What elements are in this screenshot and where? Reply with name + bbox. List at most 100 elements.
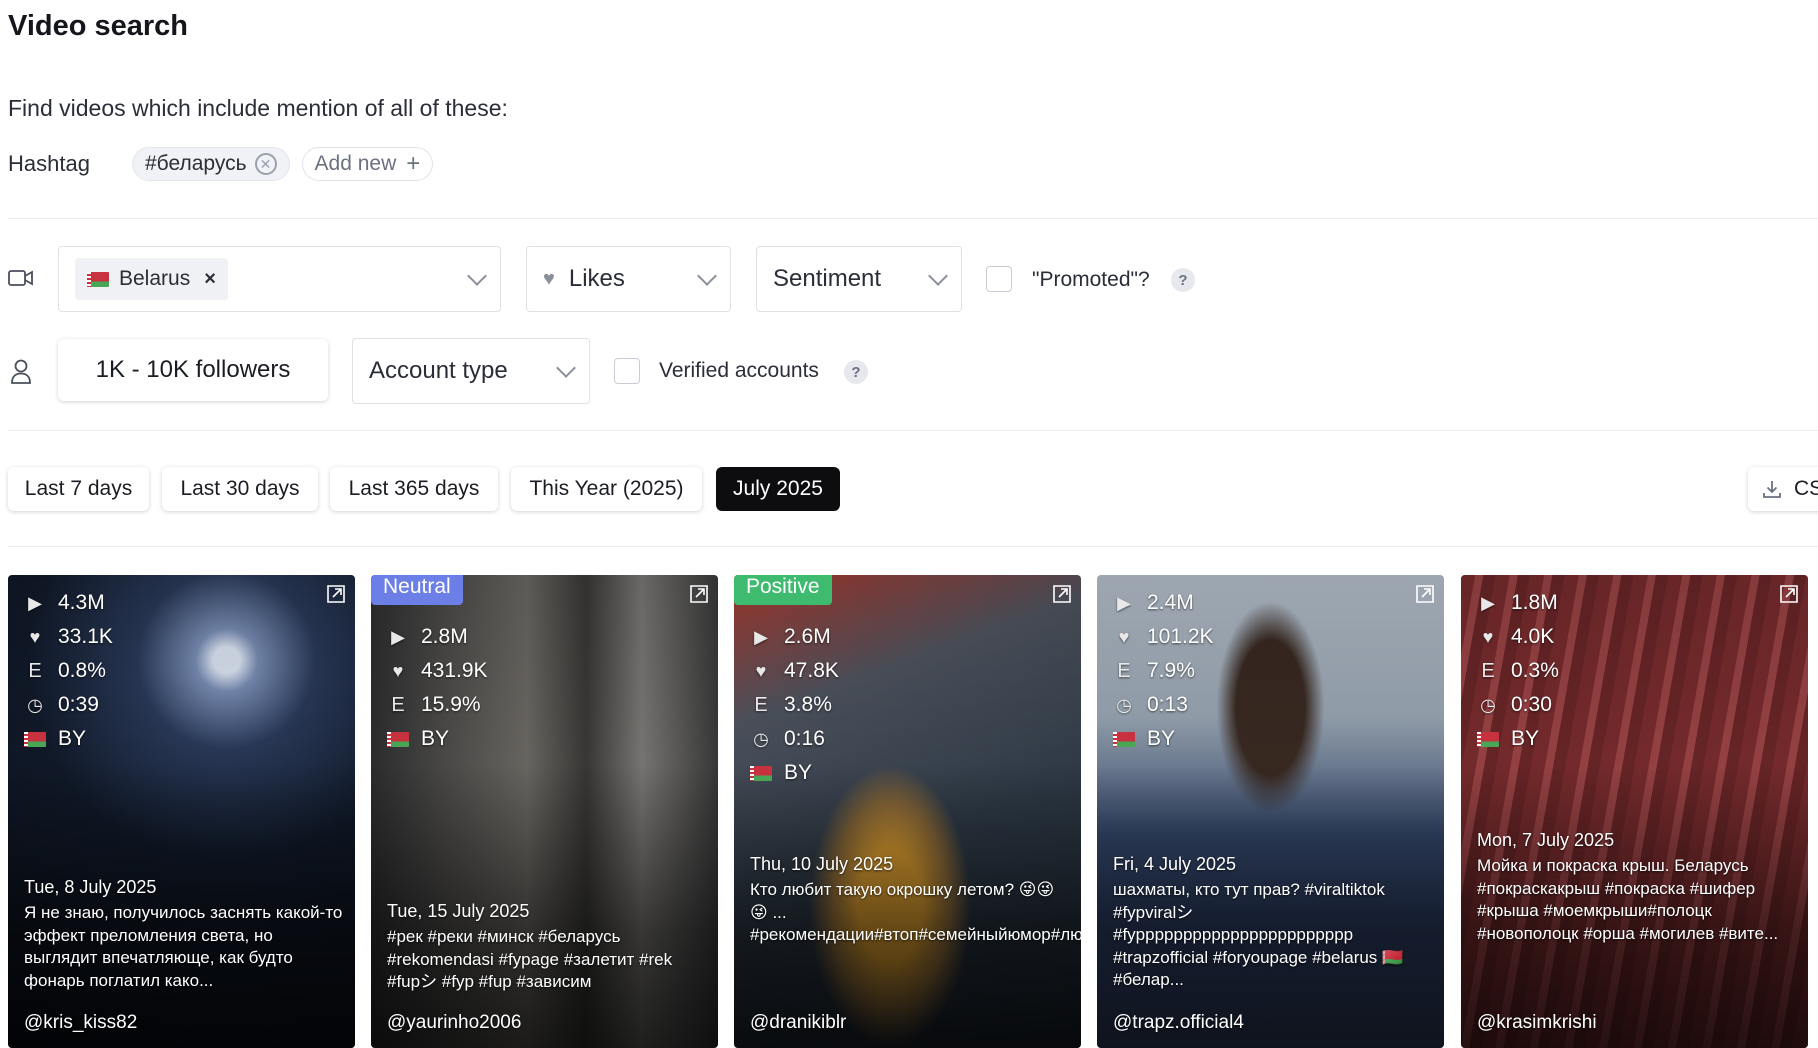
add-hashtag-button[interactable]: Add new + (301, 147, 434, 181)
verified-help-icon[interactable]: ? (844, 360, 868, 384)
video-author[interactable]: @dranikiblr (750, 1012, 846, 1034)
account-type-select[interactable]: Account type (352, 338, 590, 404)
remove-hashtag-icon[interactable]: ✕ (254, 153, 277, 175)
video-info: Mon, 7 July 2025 Мойка и покраска крыш. … (1477, 830, 1796, 945)
clock-icon: ◷ (753, 728, 769, 749)
open-external-icon[interactable] (1778, 583, 1800, 605)
divider (8, 430, 1818, 431)
country-select[interactable]: Belarus × (58, 246, 501, 312)
engagement-icon: E (391, 693, 405, 716)
video-description: Я не знаю, получилось заснять какой-то э… (24, 903, 343, 990)
hashtag-chip[interactable]: #беларусь ✕ (132, 147, 290, 181)
video-duration: 0:13 (1147, 693, 1188, 716)
video-author[interactable]: @yaurinho2006 (387, 1012, 521, 1034)
engagement-rate: 0.8% (58, 659, 106, 682)
video-author[interactable]: @trapz.official4 (1113, 1012, 1244, 1034)
promoted-help-icon[interactable]: ? (1171, 268, 1195, 292)
account-type-select-label: Account type (369, 357, 508, 384)
range-last-30-days[interactable]: Last 30 days (162, 467, 318, 511)
range-last-365-days[interactable]: Last 365 days (330, 467, 498, 511)
video-country: BY (421, 727, 450, 750)
play-icon: ▶ (391, 626, 405, 647)
engagement-rate: 3.8% (784, 693, 832, 716)
divider (8, 546, 1818, 547)
likes-select-label: Likes (568, 265, 625, 292)
views-count: 4.3M (58, 591, 105, 614)
heart-icon: ♥ (1118, 626, 1130, 647)
clock-icon: ◷ (27, 694, 43, 715)
video-date: Tue, 8 July 2025 (24, 877, 157, 897)
views-count: 2.8M (421, 625, 468, 648)
video-description: Мойка и покраска крыш. Беларусь #покраск… (1477, 856, 1779, 943)
views-count: 1.8M (1511, 591, 1558, 614)
promoted-checkbox[interactable] (986, 266, 1012, 292)
play-icon: ▶ (1117, 592, 1131, 613)
video-country: BY (1147, 727, 1176, 750)
heart-icon: ♥ (29, 626, 41, 647)
video-author[interactable]: @kris_kiss82 (24, 1012, 137, 1034)
likes-count: 47.8K (784, 659, 839, 682)
engagement-icon: E (28, 659, 42, 682)
video-card[interactable]: ▶ 2.4M ♥ 101.2K E 7.9% ◷ 0:13 BY Fri, 4 July… (1097, 575, 1444, 1048)
range-last-7-days[interactable]: Last 7 days (8, 467, 149, 511)
remove-country-icon[interactable]: × (204, 268, 216, 291)
video-card[interactable]: Neutral ▶ 2.8M ♥ 431.9K E 15.9% BY Tue, 15 … (371, 575, 718, 1048)
clock-icon: ◷ (1480, 694, 1496, 715)
followers-range-button[interactable]: 1K - 10K followers (58, 339, 328, 401)
chevron-down-icon (467, 266, 487, 286)
engagement-rate: 15.9% (421, 693, 481, 716)
video-country: BY (58, 727, 87, 750)
likes-count: 33.1K (58, 625, 113, 648)
heart-icon: ♥ (1482, 626, 1494, 647)
heart-icon: ♥ (543, 267, 555, 290)
sentiment-badge: Neutral (371, 575, 463, 605)
video-date: Tue, 15 July 2025 (387, 901, 530, 921)
video-date: Thu, 10 July 2025 (750, 854, 894, 874)
video-duration: 0:16 (784, 727, 825, 750)
belarus-flag-icon (1113, 731, 1135, 747)
video-card[interactable]: Positive ▶ 2.6M ♥ 47.8K E 3.8% ◷ 0:16 BY Thu… (734, 575, 1081, 1048)
search-subtitle: Find videos which include mention of all… (8, 95, 508, 121)
belarus-flag-icon (24, 731, 46, 747)
video-stats: ▶ 2.8M ♥ 431.9K E 15.9% BY (387, 620, 488, 756)
video-country: BY (1511, 727, 1540, 750)
chevron-down-icon (697, 266, 717, 286)
verified-checkbox[interactable] (614, 358, 640, 384)
video-duration: 0:30 (1511, 693, 1552, 716)
video-duration: 0:39 (58, 693, 99, 716)
range-this-year[interactable]: This Year (2025) (511, 467, 702, 511)
heart-icon: ♥ (755, 660, 767, 681)
likes-select[interactable]: ♥ Likes (526, 246, 731, 312)
export-csv-button[interactable]: CSV (1748, 467, 1818, 511)
sentiment-select-label: Sentiment (773, 265, 882, 292)
open-external-icon[interactable] (688, 583, 710, 605)
range-july-2025[interactable]: July 2025 (716, 467, 840, 511)
video-stats: ▶ 2.4M ♥ 101.2K E 7.9% ◷ 0:13 BY (1113, 586, 1214, 756)
verified-label: Verified accounts (659, 359, 819, 382)
engagement-rate: 7.9% (1147, 659, 1195, 682)
belarus-flag-icon (1477, 731, 1499, 747)
hashtag-label: Hashtag (8, 151, 90, 176)
play-icon: ▶ (1481, 592, 1495, 613)
video-date: Fri, 4 July 2025 (1113, 854, 1237, 874)
download-icon (1763, 481, 1781, 498)
likes-count: 431.9K (421, 659, 488, 682)
video-card[interactable]: ▶ 4.3M ♥ 33.1K E 0.8% ◷ 0:39 BY Tue, 8 July … (8, 575, 355, 1048)
country-chip: Belarus × (75, 258, 228, 300)
open-external-icon[interactable] (325, 583, 347, 605)
open-external-icon[interactable] (1414, 583, 1436, 605)
clock-icon: ◷ (1116, 694, 1132, 715)
video-description: Кто любит такую окрошку летом? 😜😜😜 ... #… (750, 880, 1081, 944)
video-description: #рек #реки #минск #беларусь #rekomendasi… (387, 927, 673, 991)
export-csv-label: CSV (1794, 477, 1818, 500)
video-stats: ▶ 1.8M ♥ 4.0K E 0.3% ◷ 0:30 BY (1477, 586, 1559, 756)
plus-icon: + (406, 150, 421, 177)
open-external-icon[interactable] (1051, 583, 1073, 605)
video-card[interactable]: ▶ 1.8M ♥ 4.0K E 0.3% ◷ 0:30 BY Mon, 7 July 2… (1461, 575, 1808, 1048)
views-count: 2.6M (784, 625, 831, 648)
sentiment-select[interactable]: Sentiment (756, 246, 962, 312)
hashtag-chip-label: #беларусь (145, 152, 247, 175)
video-date: Mon, 7 July 2025 (1477, 830, 1615, 850)
video-author[interactable]: @krasimkrishi (1477, 1012, 1597, 1034)
promoted-label: "Promoted"? (1032, 268, 1150, 291)
